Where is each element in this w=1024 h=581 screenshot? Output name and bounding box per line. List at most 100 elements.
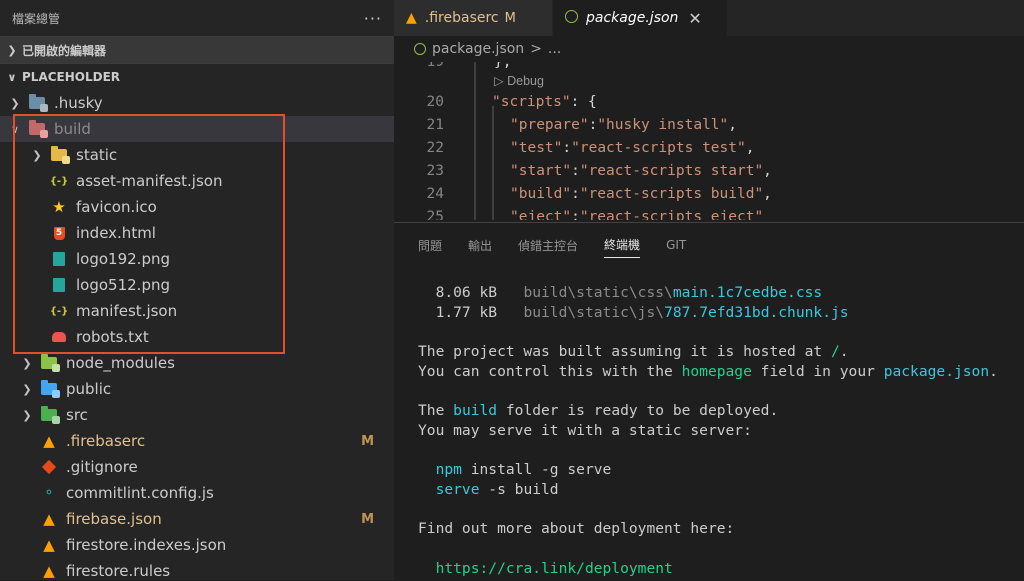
tree-item-label: public: [66, 380, 112, 398]
chevron-down-icon: ∨: [7, 70, 17, 84]
code-key: "prepare": [510, 116, 589, 133]
tree-item-firestore-indexes[interactable]: ▲ firestore.indexes.json: [0, 532, 394, 558]
terminal-line: You may serve it with a static server:: [418, 421, 752, 439]
tab-output[interactable]: 輸出: [468, 233, 492, 258]
tree-item-commitlint[interactable]: ⚬ commitlint.config.js: [0, 480, 394, 506]
code-line: 20 "scripts" : {: [394, 90, 1024, 113]
tree-item-label: firestore.indexes.json: [66, 536, 227, 554]
tab-terminal[interactable]: 終端機: [604, 232, 641, 258]
line-number: 25: [426, 208, 444, 221]
explorer-sidebar: 檔案總管 ··· ❯ 已開啟的編輯器 ∨ PLACEHOLDER ❯ .husk…: [0, 0, 394, 580]
tab-git[interactable]: GIT: [666, 234, 686, 256]
tree-item-label: .gitignore: [66, 458, 138, 476]
line-number: 22: [426, 139, 444, 156]
code-line: 19 },: [394, 62, 1024, 70]
tab-debug-console[interactable]: 偵錯主控台: [518, 233, 578, 258]
code-key: "scripts": [492, 93, 571, 110]
deployment-link[interactable]: https://cra.link/deployment: [436, 560, 673, 577]
nodejs-icon: [565, 9, 578, 27]
code-value: "react-scripts build": [579, 185, 764, 202]
firebase-icon: ▲: [406, 10, 417, 26]
folder-src-icon: [40, 406, 60, 424]
chevron-right-icon: ❯: [7, 43, 17, 57]
code-line: 22 "test" : "react-scripts test" ,: [394, 136, 1024, 159]
code-key: "eject": [510, 208, 572, 221]
chevron-right-icon: ❯: [22, 408, 32, 422]
open-editors-section[interactable]: ❯ 已開啟的編輯器: [0, 36, 394, 63]
workspace-section[interactable]: ∨ PLACEHOLDER: [0, 63, 394, 90]
code-punct: :: [571, 162, 580, 179]
terminal-line: You can control this with the homepage f…: [418, 362, 998, 380]
folder-husky-icon: [28, 94, 48, 112]
breadcrumb-file[interactable]: package.json: [432, 41, 524, 57]
code-punct: ,: [728, 116, 737, 133]
tree-item-src[interactable]: ❯ src: [0, 402, 394, 428]
tree-item-gitignore[interactable]: .gitignore: [0, 454, 394, 480]
code-punct: :: [588, 116, 598, 133]
code-punct: : {: [570, 93, 597, 110]
code-value: "husky install": [597, 116, 729, 133]
terminal-line: https://cra.link/deployment: [418, 560, 673, 577]
terminal-line: npm install -g serve: [435, 461, 612, 479]
nodejs-icon: [414, 43, 426, 55]
code-value: "react-scripts eject": [579, 208, 764, 221]
tree-item-firebaserc[interactable]: ▲ .firebaserc M: [0, 428, 394, 454]
tree-item-label: src: [66, 406, 88, 424]
bottom-panel: 問題 輸出 偵錯主控台 終端機 GIT 8.06 kB build\static…: [394, 222, 1024, 581]
open-editors-label: 已開啟的編輯器: [22, 43, 107, 58]
firebase-icon: ▲: [43, 562, 55, 580]
explorer-title: 檔案總管: [12, 11, 61, 26]
terminal-line: 1.77 kB build\static\js\787.7efd31bd.chu…: [435, 303, 849, 321]
chevron-right-icon: ❯: [22, 382, 32, 396]
terminal-line: 8.06 kB build\static\css\main.1c7cedbe.c…: [435, 284, 823, 301]
line-number: 24: [426, 185, 444, 202]
tree-item-label: commitlint.config.js: [66, 484, 214, 502]
debug-codelens[interactable]: ▷ Debug: [394, 70, 1024, 90]
tree-item-firestore-rules[interactable]: ▲ firestore.rules: [0, 558, 394, 580]
line-number: 23: [426, 162, 444, 179]
code-editor[interactable]: 19 }, ▷ Debug 20 "scripts" : { 21 "prepa…: [394, 62, 1024, 220]
tab-modified-badge: M: [504, 10, 516, 26]
tree-item-public[interactable]: ❯ public: [0, 376, 394, 402]
line-number: 20: [426, 93, 444, 110]
explorer-header: 檔案總管 ···: [0, 0, 394, 36]
tab-package-json[interactable]: package.json ✕: [553, 0, 728, 36]
editor-tabs: ▲ .firebaserc M package.json ✕: [394, 0, 1024, 36]
tree-item-husky[interactable]: ❯ .husky: [0, 90, 394, 116]
firebase-icon: ▲: [43, 536, 55, 554]
terminal-line: The build folder is ready to be deployed…: [418, 402, 779, 420]
more-actions-icon[interactable]: ···: [364, 9, 382, 28]
workspace-label: PLACEHOLDER: [22, 70, 121, 84]
code-key: "test": [510, 139, 563, 156]
tab-firebaserc[interactable]: ▲ .firebaserc M: [394, 0, 553, 36]
code-value: "react-scripts start": [579, 162, 764, 179]
git-icon: [40, 459, 58, 475]
code-punct: :: [562, 139, 572, 156]
code-line: 23 "start" : "react-scripts start" ,: [394, 159, 1024, 182]
breadcrumb-rest[interactable]: ...: [548, 41, 561, 57]
tree-item-label: .husky: [54, 94, 103, 112]
breadcrumb: package.json > ...: [394, 36, 1024, 62]
tree-item-label: node_modules: [66, 354, 175, 372]
firebase-icon: ▲: [43, 432, 55, 450]
folder-public-icon: [40, 380, 60, 398]
close-icon[interactable]: ✕: [688, 9, 701, 28]
code-punct: ,: [763, 185, 772, 202]
terminal-output[interactable]: 8.06 kB build\static\css\main.1c7cedbe.c…: [394, 283, 1024, 579]
tab-label: package.json: [586, 10, 679, 26]
code-line: 24 "build" : "react-scripts build" ,: [394, 182, 1024, 205]
chevron-right-icon: ❯: [10, 96, 20, 110]
tree-item-firebase-json[interactable]: ▲ firebase.json M: [0, 506, 394, 532]
tab-problems[interactable]: 問題: [418, 233, 442, 258]
highlight-box: [13, 114, 285, 354]
terminal-line: serve -s build: [435, 481, 559, 499]
code-key: "build": [510, 185, 572, 202]
git-modified-badge: M: [361, 433, 374, 449]
line-number: 21: [426, 116, 444, 133]
code-line: 21 "prepare" : "husky install" ,: [394, 113, 1024, 136]
code-punct: :: [571, 185, 580, 202]
code-punct: :: [571, 208, 580, 221]
chevron-right-icon: ❯: [22, 356, 32, 370]
code-value: "react-scripts test": [571, 139, 746, 156]
code-punct: ,: [763, 162, 772, 179]
